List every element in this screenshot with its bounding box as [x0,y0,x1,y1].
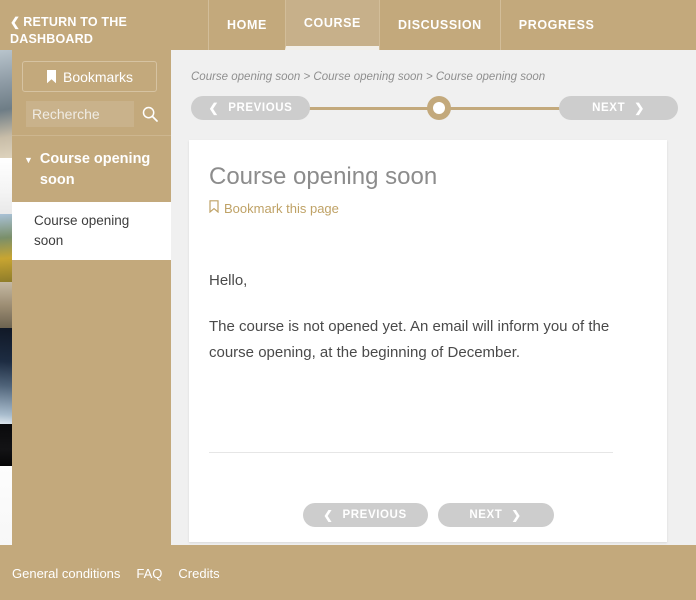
sidebar-section-label: Course opening soon [34,213,130,248]
sidebar-chapter-label: Course opening soon [39,151,151,188]
sequence-previous-button[interactable]: ❮ PREVIOUS [191,96,310,120]
body-paragraph: The course is not opened yet. An email w… [209,318,610,361]
sidebar-divider [12,135,171,136]
footer-links: General conditions FAQ Credits [12,566,220,581]
photo-thumbnail [0,424,12,466]
search-row [26,100,166,128]
bottom-navigation: ❮ PREVIOUS NEXT ❯ [189,503,667,527]
tab-discussion[interactable]: DISCUSSION [379,0,500,50]
content-divider [209,452,613,453]
tab-course-label: COURSE [303,16,361,30]
bookmark-filled-icon [46,69,57,84]
return-to-dashboard-link[interactable]: ❮ RETURN TO THE DASHBOARD [10,14,180,48]
photo-thumbnail [0,328,12,424]
sequence-unit-marker[interactable] [427,96,451,120]
photo-thumbnail [0,466,12,545]
course-sidebar: Bookmarks ▼ Course opening soon Course o… [12,50,171,545]
site-footer: General conditions FAQ Credits [0,545,696,600]
bottom-previous-button[interactable]: ❮ PREVIOUS [302,503,428,527]
body-paragraph: Hello, [209,272,248,289]
sequence-previous-label: PREVIOUS [228,102,293,114]
chevron-left-icon: ❮ [208,101,220,115]
footer-link-credits[interactable]: Credits [178,566,219,581]
main-navigation: HOME COURSE DISCUSSION PROGRESS [208,0,612,50]
sequence-next-label: NEXT [592,102,626,114]
photo-thumbnail [0,214,12,282]
site-header: ❮ RETURN TO THE DASHBOARD HOME COURSE DIS… [0,0,696,50]
chevron-right-icon: ❯ [511,510,522,522]
sidebar-section-course-opening-soon[interactable]: Course opening soon [12,202,171,260]
bookmark-outline-icon [209,200,219,216]
content-area: Course opening soon > Course opening soo… [171,50,696,545]
caret-down-icon: ▼ [24,155,33,165]
bottom-next-label: NEXT [469,509,503,521]
photo-thumbnail [0,50,12,158]
bookmarks-button[interactable]: Bookmarks [22,61,157,92]
tab-home[interactable]: HOME [208,0,285,50]
sequence-navigation: ❮ PREVIOUS NEXT ❯ [191,96,678,120]
bottom-next-button[interactable]: NEXT ❯ [437,503,554,527]
bottom-previous-label: PREVIOUS [342,509,407,521]
footer-link-faq[interactable]: FAQ [136,566,162,581]
content-card: Course opening soon Bookmark this page H… [189,140,667,542]
sidebar-chapter-course-opening-soon[interactable]: ▼ Course opening soon [12,143,171,201]
tab-home-label: HOME [227,18,267,32]
search-input[interactable] [26,101,134,127]
photo-thumbnail [0,282,12,328]
tab-progress[interactable]: PROGRESS [499,0,613,50]
chevron-right-icon: ❯ [634,101,645,115]
return-to-dashboard-label: RETURN TO THE DASHBOARD [10,15,128,46]
bookmark-this-page-link[interactable]: Bookmark this page [209,200,339,216]
breadcrumb: Course opening soon > Course opening soo… [191,71,546,83]
footer-link-general-conditions[interactable]: General conditions [12,566,120,581]
tab-discussion-label: DISCUSSION [398,18,482,32]
sequence-next-button[interactable]: NEXT ❯ [559,96,678,120]
bookmark-this-page-label: Bookmark this page [224,200,339,216]
tab-course[interactable]: COURSE [284,0,379,50]
chevron-left-icon: ❮ [323,510,334,522]
search-icon[interactable] [142,106,158,122]
tab-progress-label: PROGRESS [518,18,595,32]
bookmarks-label: Bookmarks [62,68,134,85]
chevron-left-icon: ❮ [10,15,21,29]
page-title: Course opening soon [209,163,438,190]
body-copy: Hello, The course is not opened yet. An … [209,268,611,366]
sequence-marker-dot [433,102,445,114]
decorative-photo-strip [0,50,12,545]
photo-thumbnail [0,158,12,214]
